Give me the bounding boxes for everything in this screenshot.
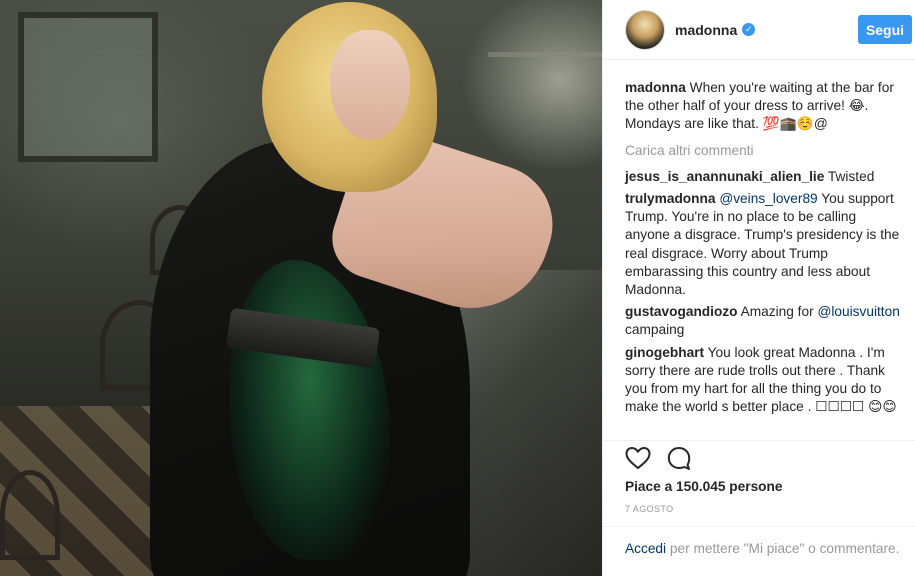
login-link[interactable]: Accedi [625,541,666,556]
comment-username[interactable]: jesus_is_anannunaki_alien_lie [625,169,824,184]
action-bar [603,440,915,476]
comment-username[interactable]: ginogebhart [625,345,704,360]
instagram-post: madonna ✓ Segui madonna When you're wait… [0,0,915,576]
comment-icon[interactable] [667,446,691,475]
login-prompt: Accedi per mettere "Mi piace" o commenta… [603,526,915,558]
login-prompt-text: per mettere "Mi piace" o commentare. [666,541,900,556]
comment-item: jesus_is_anannunaki_alien_lie Twisted [625,168,903,186]
comment-text: campaing [625,322,685,338]
photo-chair [0,470,60,560]
photo-window [18,12,158,162]
comment-mention-link[interactable]: @louisvuitton [817,304,899,319]
comment-username[interactable]: gustavogandiozo [625,304,738,319]
comment-item: gustavogandiozo Amazing for @louisvuitto… [625,303,903,339]
comment-username[interactable]: trulymadonna [625,191,716,206]
comment-mention-link[interactable]: @veins_lover89 [719,191,817,206]
avatar[interactable] [625,9,665,50]
comment-text: You support Trump. You're in no place to… [625,191,900,298]
verified-badge-icon: ✓ [742,23,756,36]
post-date[interactable]: 7 AGOSTO [625,504,674,514]
photo-face [330,30,410,140]
likes-count[interactable]: Piace a 150.045 persone [625,479,783,494]
post-header: madonna ✓ Segui [603,0,915,60]
caption: madonna When you're waiting at the bar f… [625,79,903,134]
comments-list: madonna When you're waiting at the bar f… [603,60,915,416]
photo-shelf [488,52,602,57]
comment-item: trulymadonna @veins_lover89 You support … [625,190,903,299]
post-photo[interactable] [0,0,602,576]
load-more-comments-link[interactable]: Carica altri commenti [625,142,903,160]
heart-icon[interactable] [625,446,651,475]
post-side-panel: madonna ✓ Segui madonna When you're wait… [602,0,915,576]
comment-text: Twisted [827,168,875,184]
caption-username[interactable]: madonna [625,80,686,95]
header-username[interactable]: madonna [675,22,737,38]
follow-button[interactable]: Segui [858,15,912,44]
comment-text: Amazing for [740,304,818,320]
comment-item: ginogebhart You look great Madonna . I'm… [625,344,903,417]
